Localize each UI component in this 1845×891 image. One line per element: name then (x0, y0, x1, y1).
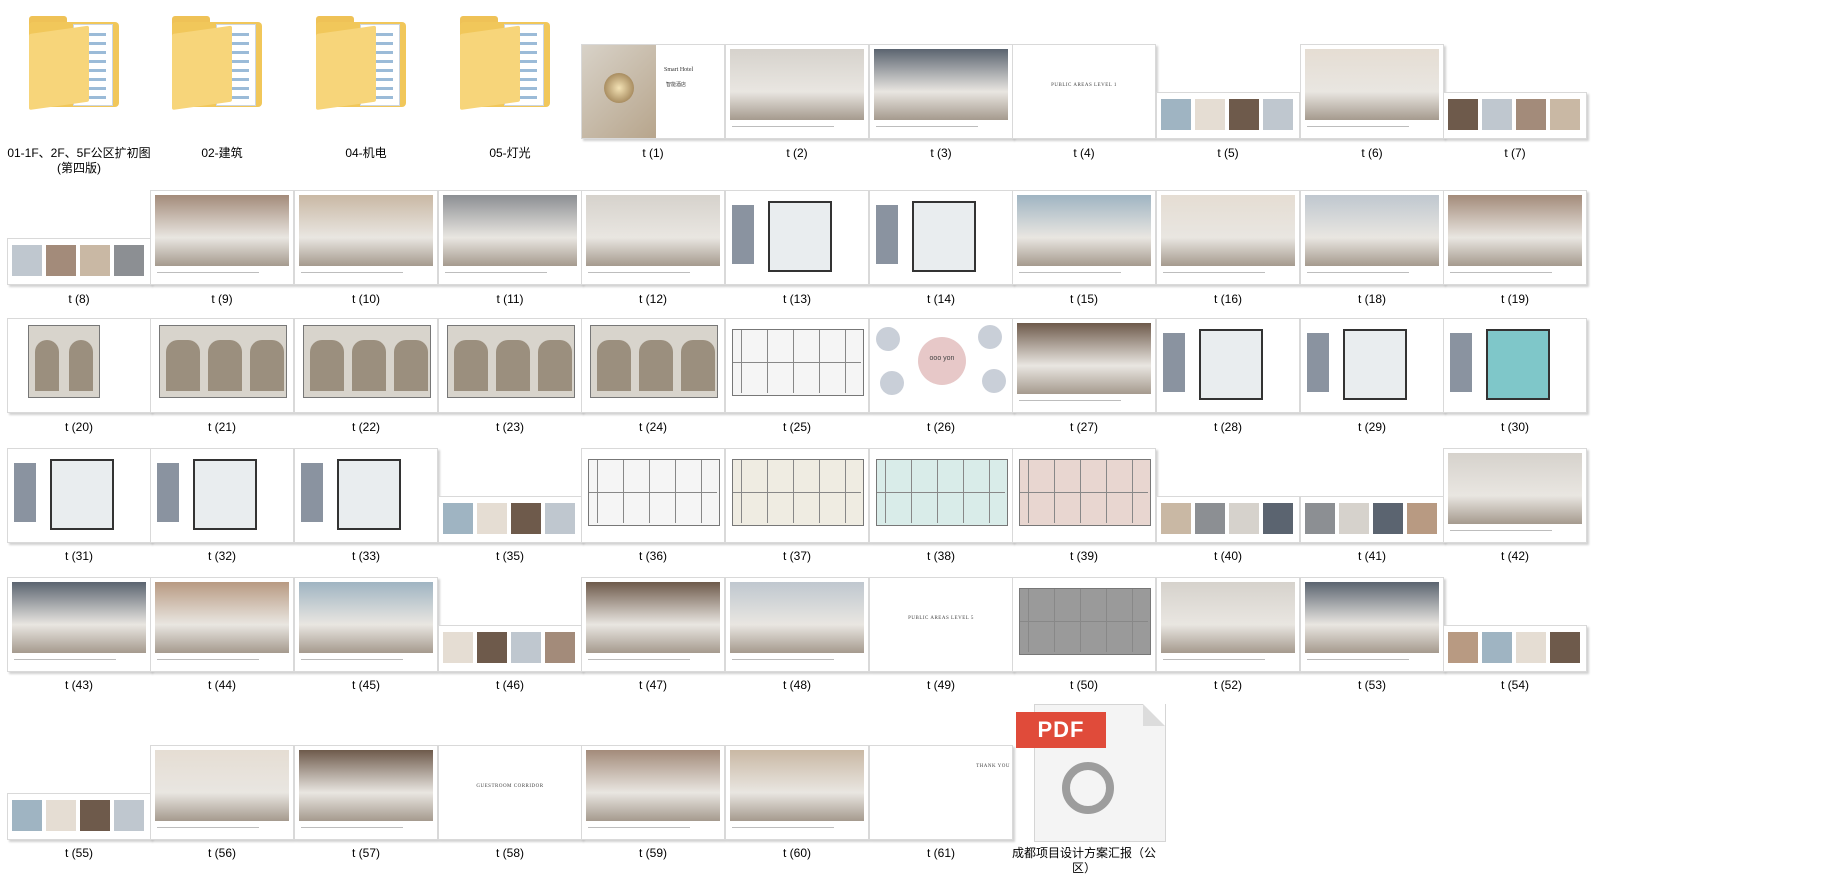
file-thumbnail (294, 745, 438, 840)
thumb-title-text: THANK YOU (976, 764, 1010, 769)
file-thumbnail (1300, 577, 1444, 672)
file-item[interactable]: t (55) (7, 0, 151, 891)
file-name: t (52) (1213, 678, 1242, 692)
file-item[interactable]: t (59) (581, 0, 725, 891)
file-name: t (60) (782, 846, 811, 860)
thumb-image (1161, 582, 1295, 653)
file-item[interactable]: t (57) (294, 0, 438, 891)
thumb-image (299, 750, 433, 821)
file-thumbnail (150, 745, 294, 840)
pdf-file-item[interactable]: PDF 成都项目设计方案汇报（公区） (1012, 0, 1166, 891)
file-item[interactable]: t (53) (1300, 0, 1444, 891)
file-thumbnail (1443, 625, 1587, 672)
file-name: t (56) (207, 846, 236, 860)
file-item[interactable]: t (56) (150, 0, 294, 891)
thumb-image (586, 750, 720, 821)
viewer-logo-icon (1062, 762, 1114, 814)
file-name: t (59) (638, 846, 667, 860)
file-thumbnail: THANK YOU (869, 745, 1013, 840)
thumb-image (730, 750, 864, 821)
file-thumbnail (581, 745, 725, 840)
thumb-title-text: GUESTROOM CORRIDOR (476, 784, 544, 789)
file-name: t (55) (64, 846, 93, 860)
thumb-image (1305, 582, 1439, 653)
file-item[interactable]: GUESTROOM CORRIDOR t (58) (438, 0, 582, 891)
file-name: t (53) (1357, 678, 1386, 692)
file-item[interactable]: t (60) (725, 0, 869, 891)
file-name: t (57) (351, 846, 380, 860)
thumb-image (155, 750, 289, 821)
file-grid: 01-1F、2F、5F公区扩初图(第四版) 02-建筑 04-机电 05-灯光 Smar… (0, 0, 1845, 891)
file-thumbnail (7, 793, 151, 840)
file-item[interactable]: THANK YOU t (61) (869, 0, 1013, 891)
file-name: t (61) (926, 846, 955, 860)
pdf-file-name: 成都项目设计方案汇报（公区） (1012, 846, 1157, 875)
file-name: t (54) (1500, 678, 1529, 692)
pdf-badge: PDF (1016, 712, 1106, 748)
file-thumbnail: GUESTROOM CORRIDOR (438, 745, 582, 840)
file-item[interactable]: t (52) (1156, 0, 1300, 891)
file-name: t (58) (495, 846, 524, 860)
file-item[interactable]: t (54) (1443, 0, 1587, 891)
file-thumbnail (725, 745, 869, 840)
file-thumbnail (1156, 577, 1300, 672)
